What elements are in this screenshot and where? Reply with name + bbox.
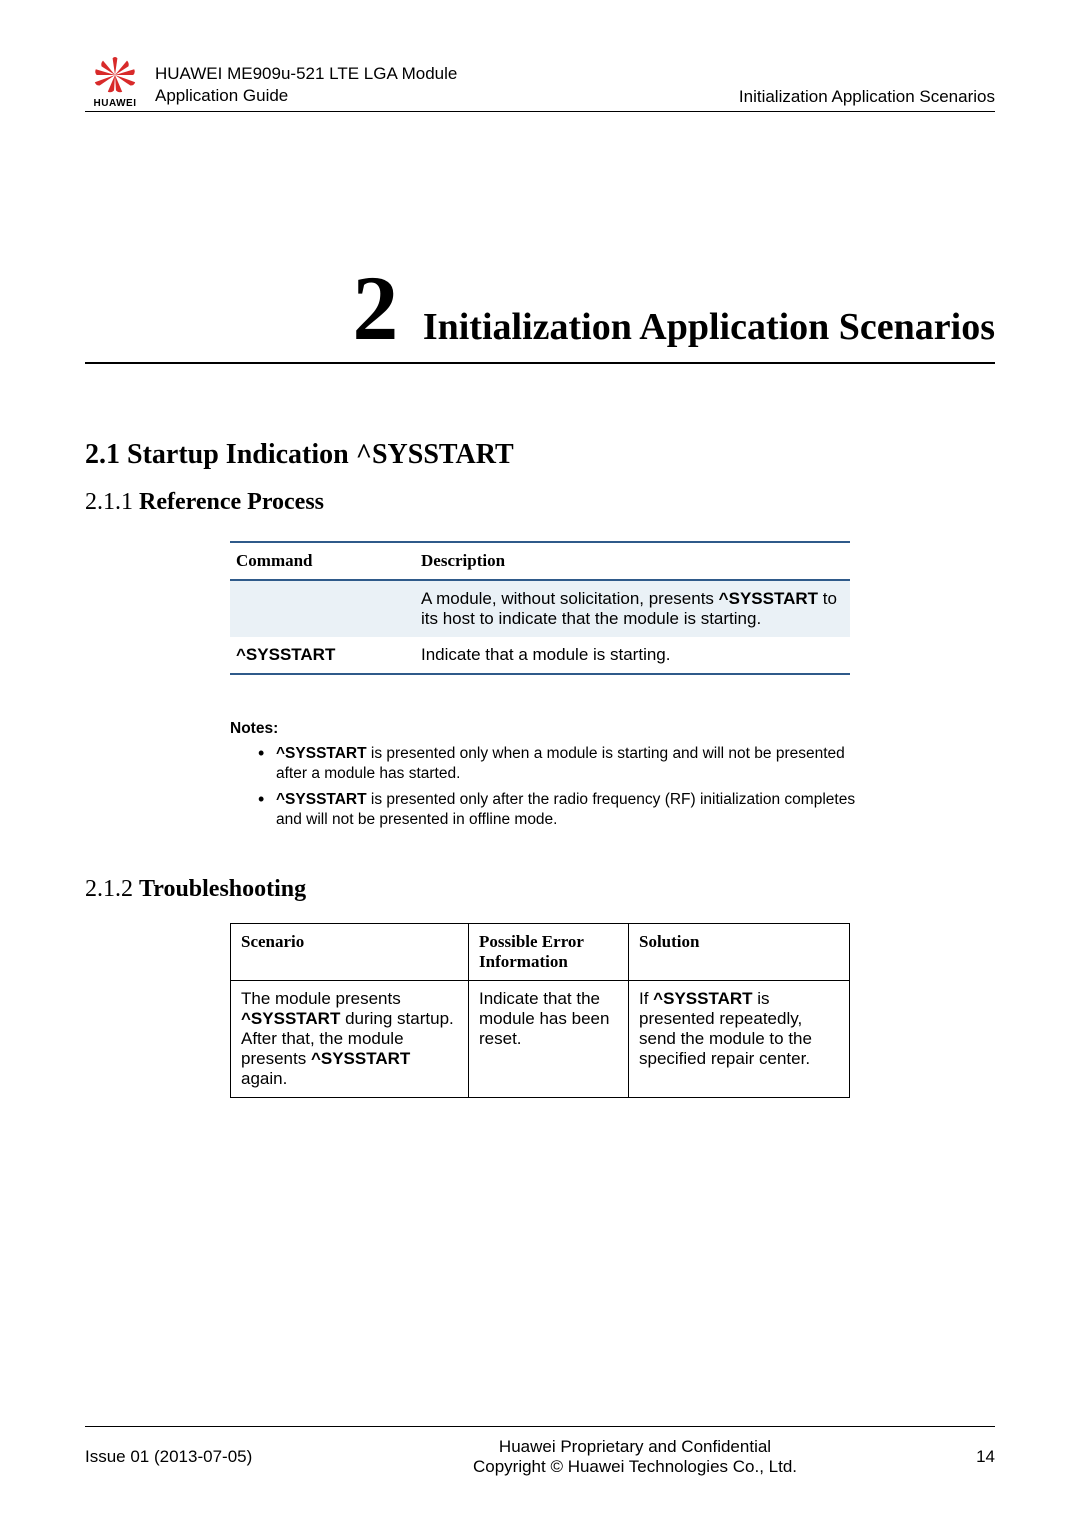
footer-page-number: 14 [935, 1447, 995, 1467]
chapter-number: 2 [352, 262, 398, 354]
chapter-title: Initialization Application Scenarios [423, 305, 995, 349]
cell-command: ^SYSSTART [230, 637, 415, 674]
header-section-title: Initialization Application Scenarios [739, 87, 995, 109]
notes-block: Notes: ^SYSSTART is presented only when … [230, 720, 870, 831]
list-item: ^SYSSTART is presented only after the ra… [258, 790, 870, 830]
footer-proprietary: Huawei Proprietary and Confidential [335, 1437, 935, 1457]
table-header-row: Scenario Possible Error Information Solu… [231, 923, 850, 980]
header-doc-title: HUAWEI ME909u-521 LTE LGA Module Applica… [155, 63, 739, 109]
footer-copyright: Copyright © Huawei Technologies Co., Ltd… [335, 1457, 935, 1477]
h3-number: 2.1.1 [85, 489, 139, 515]
th-command: Command [230, 542, 415, 580]
cell-text: The module presents [241, 989, 401, 1008]
th-error: Possible Error Information [469, 923, 629, 980]
note-bold: ^SYSSTART [276, 791, 367, 808]
th-description: Description [415, 542, 850, 580]
section-2-1-1-heading: 2.1.1 Reference Process [85, 489, 995, 516]
cell-bold: ^SYSSTART [241, 1009, 340, 1028]
page-footer: Issue 01 (2013-07-05) Huawei Proprietary… [85, 1426, 995, 1477]
desc-bold: ^SYSSTART [719, 589, 818, 608]
chapter-heading: 2 Initialization Application Scenarios [85, 262, 995, 364]
section-2-1-2-heading: 2.1.2 Troubleshooting [85, 876, 995, 903]
cell-error: Indicate that the module has been reset. [469, 980, 629, 1097]
cell-description: A module, without solicitation, presents… [415, 580, 850, 637]
section-2-1-heading: 2.1 Startup Indication ^SYSSTART [85, 439, 995, 471]
h3-title: Reference Process [139, 489, 324, 515]
troubleshooting-table: Scenario Possible Error Information Solu… [230, 923, 850, 1098]
cell-text: If [639, 989, 653, 1008]
notes-list: ^SYSSTART is presented only when a modul… [230, 744, 870, 831]
logo-block: HUAWEI [85, 55, 145, 109]
h3-number: 2.1.2 [85, 876, 139, 902]
th-solution: Solution [629, 923, 850, 980]
th-scenario: Scenario [231, 923, 469, 980]
cell-text: again. [241, 1069, 287, 1088]
note-bold: ^SYSSTART [276, 745, 367, 762]
cell-scenario: The module presents ^SYSSTART during sta… [231, 980, 469, 1097]
cell-command [230, 580, 415, 637]
footer-center: Huawei Proprietary and Confidential Copy… [335, 1437, 935, 1477]
list-item: ^SYSSTART is presented only when a modul… [258, 744, 870, 784]
page-header: HUAWEI HUAWEI ME909u-521 LTE LGA Module … [85, 55, 995, 112]
table-row: ^SYSSTART Indicate that a module is star… [230, 637, 850, 674]
desc-text: A module, without solicitation, presents [421, 589, 719, 608]
table-row: The module presents ^SYSSTART during sta… [231, 980, 850, 1097]
cell-bold: ^SYSSTART [311, 1049, 410, 1068]
huawei-logo-icon [91, 55, 139, 95]
reference-table: Command Description A module, without so… [230, 541, 850, 675]
logo-text: HUAWEI [85, 98, 145, 109]
doc-title-line2: Application Guide [155, 85, 739, 107]
notes-label: Notes: [230, 720, 870, 738]
doc-title-line1: HUAWEI ME909u-521 LTE LGA Module [155, 63, 739, 85]
h3-title: Troubleshooting [139, 876, 306, 902]
table-header-row: Command Description [230, 542, 850, 580]
cell-solution: If ^SYSSTART is presented repeatedly, se… [629, 980, 850, 1097]
cell-bold: ^SYSSTART [653, 989, 752, 1008]
cell-description: Indicate that a module is starting. [415, 637, 850, 674]
table-row: A module, without solicitation, presents… [230, 580, 850, 637]
footer-issue: Issue 01 (2013-07-05) [85, 1447, 335, 1467]
